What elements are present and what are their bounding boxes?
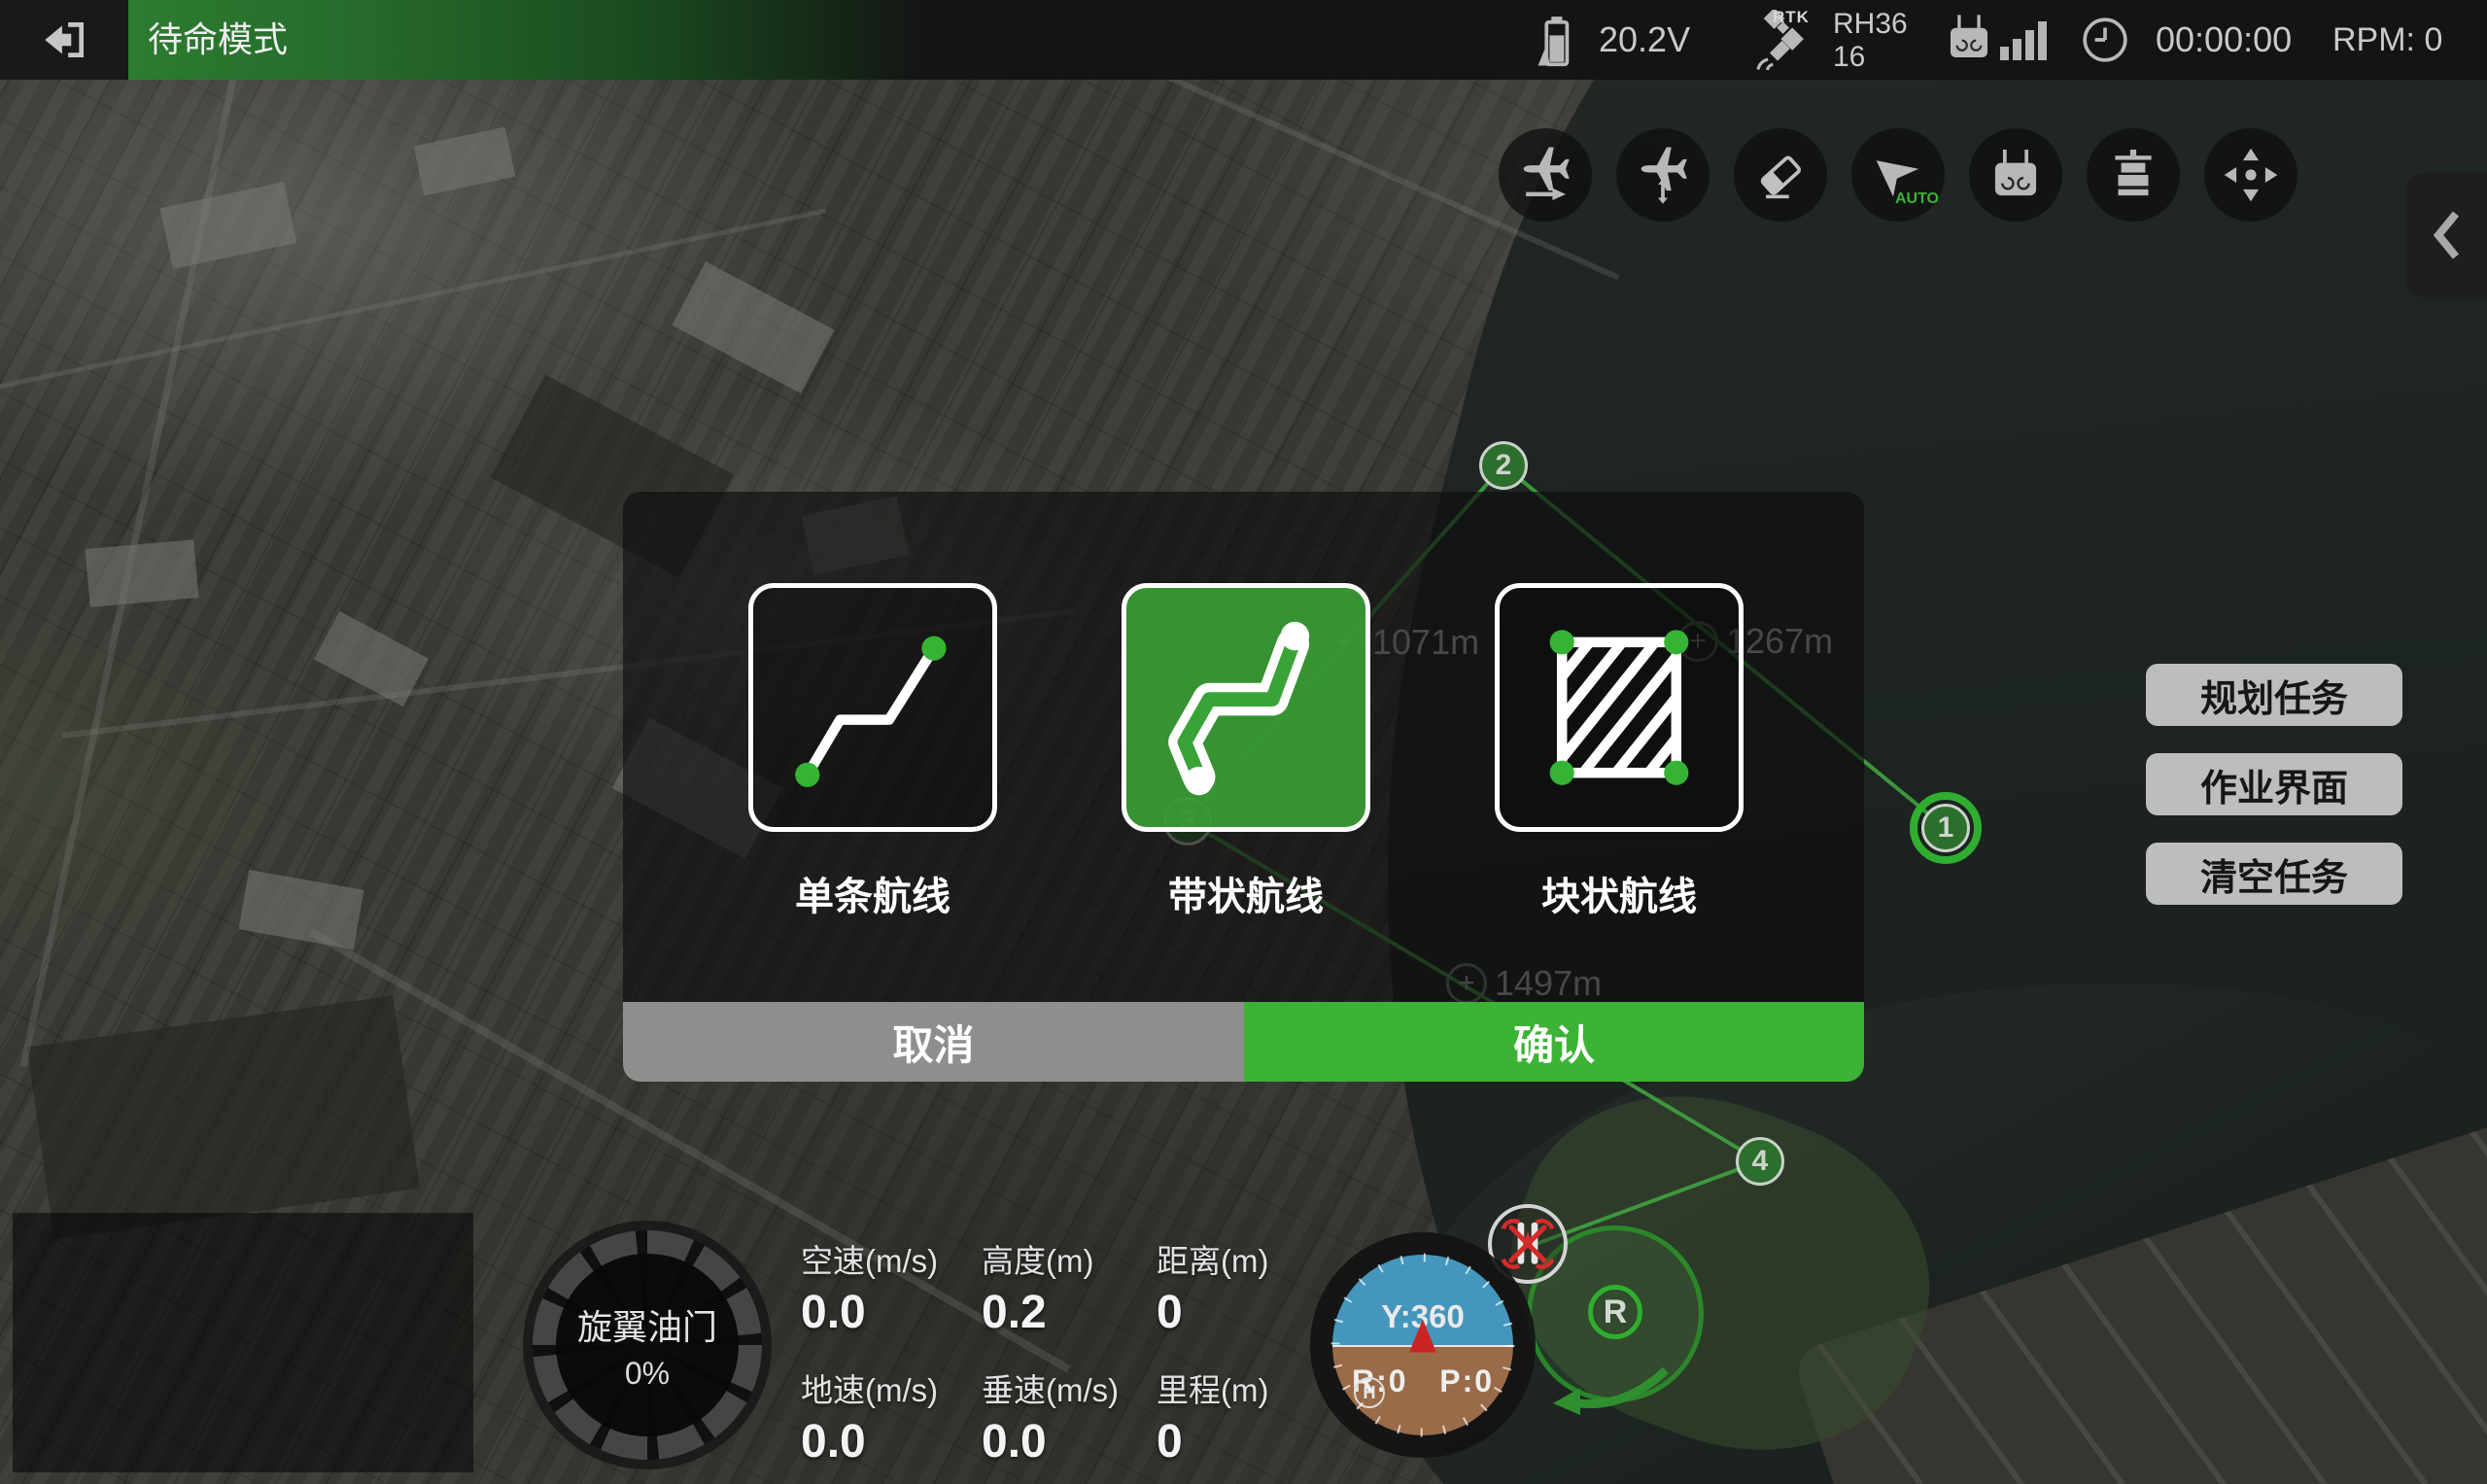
attitude-ticks bbox=[1310, 1232, 1536, 1458]
altitude-label: 高度(m) bbox=[982, 1235, 1119, 1282]
eraser-button[interactable] bbox=[1734, 128, 1827, 222]
telemetry-column-altitude: 高度(m) 0.2 垂速(m/s) 0.0 bbox=[982, 1235, 1119, 1468]
return-point-badge[interactable]: R bbox=[1588, 1285, 1642, 1339]
remote-controller-icon bbox=[1942, 12, 1996, 66]
battery-icon bbox=[1536, 14, 1574, 68]
waypoint-marker-2[interactable]: 2 bbox=[1479, 441, 1528, 490]
altitude-value: 0.2 bbox=[982, 1286, 1119, 1339]
single-route-icon bbox=[771, 605, 975, 810]
clock-icon bbox=[2080, 15, 2130, 65]
plane-route-horizontal-button[interactable] bbox=[1499, 128, 1592, 222]
confirm-button[interactable]: 确认 bbox=[1244, 1002, 1864, 1082]
chevron-left-icon bbox=[2431, 208, 2464, 262]
option-label-strip: 带状航线 bbox=[1122, 865, 1370, 921]
plane-altitude-icon bbox=[1633, 145, 1693, 205]
rtk-satellite-count: 16 bbox=[1833, 41, 1908, 74]
spray-pump-button[interactable] bbox=[2087, 128, 2180, 222]
auto-label: AUTO bbox=[1895, 190, 1939, 208]
waypoint-marker-4[interactable]: 4 bbox=[1736, 1137, 1784, 1186]
spray-pump-icon bbox=[2103, 145, 2163, 205]
side-drawer-handle[interactable] bbox=[2406, 173, 2487, 297]
telemetry-column-distance: 距离(m) 0 里程(m) 0 bbox=[1157, 1235, 1268, 1468]
distance-label: 距离(m) bbox=[1157, 1235, 1268, 1282]
back-icon bbox=[39, 15, 89, 65]
option-block-route[interactable] bbox=[1495, 583, 1744, 832]
signal-bars-icon bbox=[2000, 0, 2058, 80]
rotor-throttle-gauge: 旋翼油门 0% bbox=[523, 1221, 772, 1469]
return-direction-arrow bbox=[1547, 1359, 1674, 1421]
mileage-label: 里程(m) bbox=[1157, 1364, 1268, 1411]
flight-mode-label: 待命模式 bbox=[148, 0, 288, 80]
plane-altitude-button[interactable] bbox=[1616, 128, 1710, 222]
option-label-single: 单条航线 bbox=[748, 865, 997, 921]
rtk-station: RH36 bbox=[1833, 8, 1908, 41]
option-strip-route[interactable] bbox=[1122, 583, 1370, 832]
rtk-status: RH36 16 bbox=[1833, 8, 1908, 74]
back-button[interactable] bbox=[0, 0, 128, 80]
option-label-block: 块状航线 bbox=[1495, 865, 1744, 921]
rpm-readout: RPM: 0 bbox=[2332, 0, 2442, 80]
distance-value: 0 bbox=[1157, 1286, 1268, 1339]
throttle-readout: 旋翼油门 0% bbox=[556, 1254, 739, 1436]
app-screen: + 1071m + 1267m + 1497m 1 2 3 4 R bbox=[0, 0, 2487, 1484]
work-interface-button[interactable]: 作业界面 bbox=[2146, 753, 2402, 815]
plan-mission-button[interactable]: 规划任务 bbox=[2146, 664, 2402, 726]
vertical-speed-value: 0.0 bbox=[982, 1415, 1119, 1468]
mileage-value: 0 bbox=[1157, 1415, 1268, 1468]
vertical-speed-label: 垂速(m/s) bbox=[982, 1364, 1119, 1411]
attitude-indicator: Y:360 R:0 P:0 H bbox=[1310, 1232, 1536, 1458]
route-type-dialog: 单条航线 带状航线 块状航线 取消 确认 bbox=[623, 492, 1864, 1082]
airspeed-label: 空速(m/s) bbox=[801, 1235, 938, 1282]
block-route-icon bbox=[1517, 605, 1721, 810]
battery-voltage: 20.2V bbox=[1599, 0, 1690, 80]
option-single-route[interactable] bbox=[748, 583, 997, 832]
plane-horizontal-icon bbox=[1515, 145, 1575, 205]
waypoint-marker-1[interactable]: 1 bbox=[1921, 804, 1970, 852]
cancel-button[interactable]: 取消 bbox=[623, 1002, 1244, 1082]
auto-navigation-button[interactable]: AUTO bbox=[1851, 128, 1945, 222]
top-status-bar: 待命模式 20.2V RTK RH36 16 bbox=[0, 0, 2487, 80]
dpad-icon bbox=[2221, 145, 2281, 205]
rtk-tag: RTK bbox=[1773, 8, 1810, 27]
groundspeed-value: 0.0 bbox=[801, 1415, 938, 1468]
fpv-video-feed[interactable] bbox=[13, 1213, 473, 1472]
remote-controller-icon bbox=[1986, 145, 2046, 205]
airspeed-value: 0.0 bbox=[801, 1286, 938, 1339]
eraser-icon bbox=[1750, 145, 1811, 205]
telemetry-column-airspeed: 空速(m/s) 0.0 地速(m/s) 0.0 bbox=[801, 1235, 938, 1468]
throttle-label: 旋翼油门 bbox=[577, 1299, 717, 1350]
pan-dpad-button[interactable] bbox=[2204, 128, 2297, 222]
groundspeed-label: 地速(m/s) bbox=[801, 1364, 938, 1411]
remote-controller-button[interactable] bbox=[1969, 128, 2062, 222]
strip-route-icon bbox=[1144, 605, 1348, 810]
throttle-value: 0% bbox=[625, 1356, 670, 1392]
flight-timer: 00:00:00 bbox=[2156, 0, 2292, 80]
clear-mission-button[interactable]: 清空任务 bbox=[2146, 843, 2402, 905]
